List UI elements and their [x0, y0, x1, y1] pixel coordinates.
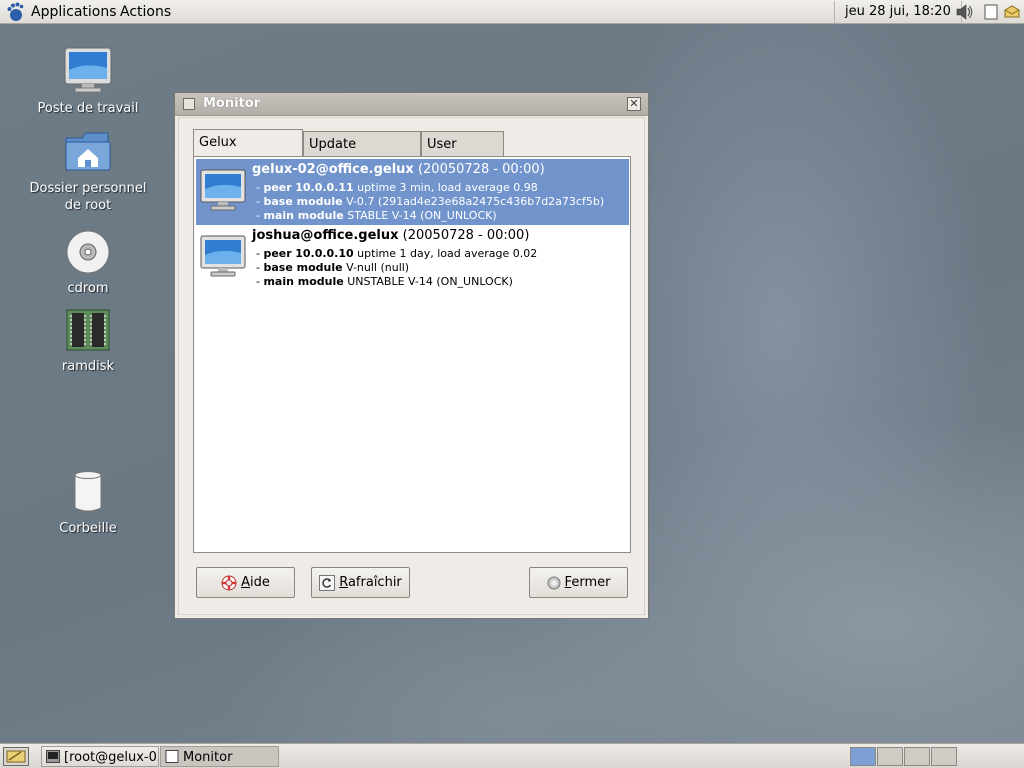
host-name: gelux-02@office.gelux	[252, 162, 414, 177]
lifebuoy-icon	[221, 575, 237, 590]
applications-menu[interactable]: Applications	[31, 0, 117, 24]
taskbar-terminal[interactable]: [root@gelux-02	[41, 746, 159, 767]
cdrom-icon	[66, 230, 110, 274]
peer-uptime: uptime 1 day, load average 0.02	[357, 247, 538, 260]
tab-update-overview[interactable]: Update Overview	[303, 131, 421, 177]
refresh-mnemonic: R	[339, 575, 348, 590]
taskbar-label: [root@gelux-02	[64, 750, 159, 765]
refresh-label: afraîchir	[347, 575, 402, 590]
taskbar-label: Monitor	[183, 750, 233, 765]
desktop-icon-label: Poste de travail	[37, 101, 139, 116]
computer-icon	[200, 235, 246, 277]
top-panel: Applications Actions jeu 28 jui, 18:20	[0, 0, 1024, 24]
main-module-value: STABLE V-14 (ON_UNLOCK)	[347, 209, 497, 222]
main-module-label: main module	[263, 209, 344, 222]
bottom-panel: [root@gelux-02 Monitor	[0, 743, 1024, 768]
desktop-icon-label: Corbeille	[59, 521, 117, 536]
peer-ip: 10.0.0.10	[295, 247, 354, 260]
computer-icon	[64, 47, 112, 93]
base-module-value: V-null (null)	[346, 261, 410, 274]
volume-icon[interactable]	[955, 3, 973, 21]
peer-uptime: uptime 3 min, load average 0.98	[357, 181, 538, 194]
refresh-button[interactable]: Rafraîchir	[311, 567, 410, 598]
tab-user-profile[interactable]: User Profile	[421, 131, 504, 177]
desktop-icon-ramdisk[interactable]: ramdisk	[13, 306, 163, 375]
show-desktop-icon[interactable]	[3, 747, 29, 766]
help-mnemonic: A	[241, 575, 251, 590]
workspace-4[interactable]	[931, 747, 957, 766]
base-module-label: base module	[263, 195, 343, 208]
window-titlebar[interactable]: Monitor ✕	[175, 93, 648, 116]
host-date: (20050728 - 00:00)	[417, 162, 545, 177]
list-item[interactable]: joshua@office.gelux (20050728 - 00:00) -…	[196, 225, 629, 291]
close-label: ermer	[571, 575, 611, 590]
help-button[interactable]: Aide	[196, 567, 295, 598]
presence-list[interactable]: gelux-02@office.gelux (20050728 - 00:00)…	[193, 156, 631, 553]
close-button[interactable]: Fermer	[529, 567, 628, 598]
desktop-icon-label: ramdisk	[61, 359, 115, 374]
home-folder-icon	[65, 132, 111, 171]
workspace-2[interactable]	[877, 747, 903, 766]
host-name: joshua@office.gelux	[252, 228, 399, 243]
desktop-icon-label: Dossier personnel	[29, 181, 147, 196]
host-date: (20050728 - 00:00)	[402, 228, 530, 243]
actions-menu[interactable]: Actions	[120, 0, 171, 24]
computer-icon	[200, 169, 246, 211]
gnome-foot-icon[interactable]	[6, 2, 24, 22]
ramdisk-icon	[66, 309, 110, 351]
peer-label: peer	[263, 247, 292, 260]
desktop-icon-cdrom[interactable]: cdrom	[13, 228, 163, 297]
peer-ip: 10.0.0.11	[295, 181, 354, 194]
window-close-button[interactable]: ✕	[627, 97, 641, 111]
window-menu-button[interactable]	[183, 98, 195, 110]
clock[interactable]: jeu 28 jui, 18:20	[834, 1, 962, 23]
mail-icon[interactable]	[1003, 3, 1021, 21]
main-module-label: main module	[263, 275, 344, 288]
close-circle-icon	[547, 576, 561, 589]
base-module-value: V-0.7 (291ad4e23e68a2475c436b7d2a73cf5b)	[346, 195, 605, 208]
list-item[interactable]: gelux-02@office.gelux (20050728 - 00:00)…	[196, 159, 629, 225]
desktop-icon-trash[interactable]: Corbeille	[13, 468, 163, 537]
tab-gelux-presence[interactable]: Gelux Presence	[193, 129, 303, 175]
window-title: Monitor	[203, 96, 261, 111]
taskbar-monitor[interactable]: Monitor	[160, 746, 279, 767]
desktop-icon-label-line2: de root	[64, 198, 112, 213]
workspace-1[interactable]	[850, 747, 876, 766]
desktop-icon-workstation[interactable]: Poste de travail	[13, 46, 163, 117]
notes-icon[interactable]	[982, 3, 1000, 21]
refresh-icon	[319, 574, 336, 591]
peer-label: peer	[263, 181, 292, 194]
workspace-3[interactable]	[904, 747, 930, 766]
desktop-icon-label: cdrom	[67, 281, 109, 296]
main-module-value: UNSTABLE V-14 (ON_UNLOCK)	[347, 275, 513, 288]
help-label: ide	[250, 575, 270, 590]
desktop-icon-home[interactable]: Dossier personnel de root	[13, 128, 163, 214]
terminal-icon	[46, 750, 60, 763]
trash-icon	[74, 471, 102, 512]
window-icon	[165, 750, 179, 763]
base-module-label: base module	[263, 261, 343, 274]
